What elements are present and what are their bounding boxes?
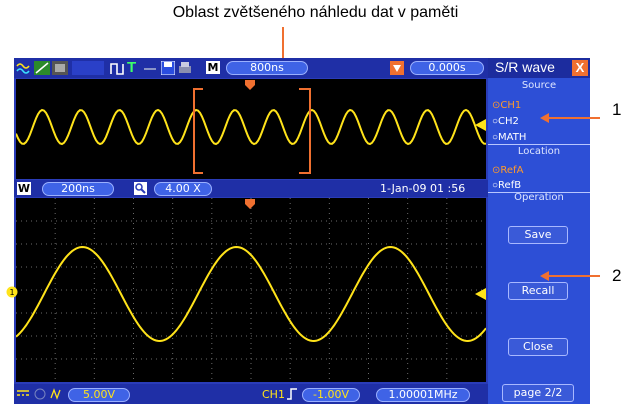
menu-panel: S/R wave X Source ⊙CH1 ○CH2 ○MATH Locati… <box>488 58 590 404</box>
source-option-label: MATH <box>498 132 527 143</box>
zoom-trigger-marker-icon <box>245 199 255 209</box>
source-option-math[interactable]: ○MATH <box>492 127 582 143</box>
callout-2-line <box>548 275 600 277</box>
zoom-bracket-top-left <box>193 88 203 90</box>
zoom-bracket-top-right <box>299 88 309 90</box>
close-button[interactable]: Close <box>508 338 568 356</box>
top-toolbar: T M 800ns 0.000s <box>14 58 488 78</box>
menu-title: S/R wave <box>495 59 555 75</box>
timebase-readout[interactable]: 800ns <box>226 61 308 75</box>
trigger-icon: T <box>127 59 137 76</box>
bandwidth-icon <box>50 388 61 400</box>
source-option-label: CH1 <box>500 100 522 111</box>
status-slot <box>72 61 104 75</box>
source-option-ch1[interactable]: ⊙CH1 <box>492 95 582 111</box>
source-section: Source ⊙CH1 ○CH2 ○MATH <box>488 80 590 145</box>
zoom-icon <box>134 182 147 195</box>
waveform-icon <box>16 61 32 75</box>
zoom-factor-readout[interactable]: 4.00 X <box>154 182 212 196</box>
rising-edge-icon <box>287 388 297 400</box>
location-header: Location <box>517 146 561 157</box>
callout-2-label: 2 <box>612 266 622 285</box>
oscilloscope-screen: T M 800ns 0.000s W 200ns 4.00 X 1-Jan-09… <box>6 58 590 404</box>
window-timebase-readout[interactable]: 200ns <box>42 182 114 196</box>
zoomed-waveform-screen <box>16 198 486 382</box>
svg-text:1: 1 <box>9 288 14 297</box>
location-section: Location ⊙RefA ○RefB <box>488 146 590 193</box>
channel-1-ground-marker-icon: 1 <box>6 286 18 298</box>
main-waveform <box>16 198 486 382</box>
separator-dash <box>144 68 156 70</box>
location-option-refb[interactable]: ○RefB <box>492 175 582 191</box>
save-disk-icon[interactable] <box>161 61 175 75</box>
trigger-marker-icon <box>245 80 255 90</box>
offset-readout[interactable]: 0.000s <box>410 61 484 75</box>
close-icon[interactable]: X <box>572 60 588 76</box>
measure-icon <box>34 61 50 75</box>
save-button[interactable]: Save <box>508 226 568 244</box>
source-option-label: CH2 <box>498 116 519 127</box>
zoom-bracket-bottom-right <box>299 172 309 174</box>
trigger-level-readout[interactable]: -1.00V <box>302 388 360 402</box>
zoom-window-bracket[interactable] <box>193 88 311 174</box>
pulse-icon <box>110 63 124 75</box>
bottom-status-bar: 5.00V CH1 -1.00V 1.00001MHz <box>14 384 488 404</box>
location-option-label: RefB <box>498 180 522 191</box>
menu-title-bar: S/R wave X <box>488 58 590 78</box>
coupling-dc-icon <box>16 388 30 400</box>
recall-button[interactable]: Recall <box>508 282 568 300</box>
trigger-channel: CH1 <box>262 388 285 401</box>
top-caption: Oblast zvětšeného náhledu dat v paměti <box>172 4 459 21</box>
printer-icon[interactable] <box>178 61 192 75</box>
callout-2-arrow <box>540 271 549 281</box>
window-tag: W <box>17 182 31 195</box>
frequency-readout: 1.00001MHz <box>376 388 470 402</box>
memory-overview-screen <box>16 79 486 179</box>
trigger-position-icon <box>390 61 404 75</box>
mode-tag: M <box>206 61 220 74</box>
zoom-info-bar: W 200ns 4.00 X 1-Jan-09 01 :56 <box>14 180 488 197</box>
volts-div-readout[interactable]: 5.00V <box>68 388 130 402</box>
zoom-bracket-bottom-left <box>193 172 203 174</box>
page-button[interactable]: page 2/2 <box>502 384 574 402</box>
datetime-readout: 1-Jan-09 01 :56 <box>380 182 466 195</box>
source-header: Source <box>521 80 557 91</box>
operation-header: Operation <box>514 192 564 203</box>
callout-1-arrow <box>540 113 549 123</box>
callout-1-line <box>548 117 600 119</box>
probe-icon <box>34 388 46 400</box>
location-option-refa[interactable]: ⊙RefA <box>492 160 582 176</box>
callout-1-label: 1 <box>612 100 622 119</box>
display-icon <box>52 61 68 75</box>
